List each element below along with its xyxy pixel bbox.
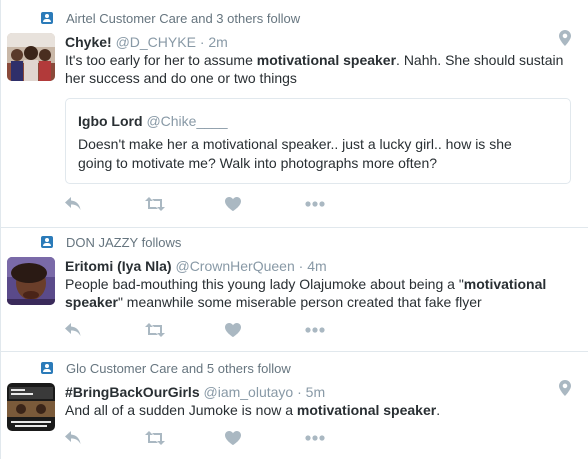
- quoted-tweet-header: Igbo Lord @Chike____: [78, 112, 228, 130]
- reply-button[interactable]: [65, 321, 145, 339]
- retweet-button[interactable]: [145, 321, 225, 339]
- retweet-icon: [145, 197, 165, 211]
- tweet-actions: [65, 321, 385, 339]
- location-pin-icon[interactable]: [559, 30, 571, 46]
- username-link[interactable]: @CrownHerQueen: [175, 258, 294, 274]
- retweet-icon: [145, 431, 165, 445]
- tweet-header: Eritomi (Iya Nla) @CrownHerQueen · 4m: [65, 257, 327, 275]
- retweet-icon: [145, 323, 165, 337]
- tweet-text-part: And all of a sudden Jumoke is now a: [65, 402, 297, 418]
- more-icon: [305, 201, 325, 207]
- more-button[interactable]: [305, 321, 385, 339]
- follow-context-icon: [41, 362, 53, 374]
- tweet[interactable]: Airtel Customer Care and 3 others follow…: [1, 0, 588, 228]
- more-icon: [305, 435, 325, 441]
- avatar[interactable]: [7, 33, 55, 81]
- follow-context-icon: [41, 12, 53, 24]
- username-link[interactable]: @D_CHYKE: [116, 34, 196, 50]
- tweet-text: It's too early for her to assume motivat…: [65, 51, 565, 87]
- timestamp-link[interactable]: 5m: [306, 384, 325, 400]
- separator-dot: ·: [298, 258, 304, 274]
- tweet-text: And all of a sudden Jumoke is now a moti…: [65, 401, 565, 419]
- tweet-header: #BringBackOurGirls @iam_olutayo · 5m: [65, 383, 325, 401]
- reply-icon: [65, 431, 81, 444]
- fullname-link[interactable]: #BringBackOurGirls: [65, 384, 200, 400]
- context-text: DON JAZZY follows: [66, 234, 182, 250]
- tweet[interactable]: DON JAZZY follows Eritomi (Iya Nla) @Cro…: [1, 228, 588, 352]
- more-icon: [305, 327, 325, 333]
- reply-button[interactable]: [65, 429, 145, 447]
- tweet-text-part: People bad-mouthing this young lady Olaj…: [65, 276, 464, 292]
- more-button[interactable]: [305, 429, 385, 447]
- location-pin-icon[interactable]: [559, 380, 571, 396]
- tweet-text-part: .: [436, 402, 441, 418]
- tweet-text: People bad-mouthing this young lady Olaj…: [65, 275, 565, 311]
- tweet[interactable]: Glo Customer Care and 5 others follow #B…: [1, 352, 588, 459]
- reply-icon: [65, 323, 81, 336]
- tweet-text-part: " meanwhile some miserable person create…: [117, 294, 482, 310]
- like-button[interactable]: [225, 429, 305, 447]
- tweet-header: Chyke! @D_CHYKE · 2m: [65, 33, 228, 51]
- tweet-text-part: It's too early for her to assume: [65, 52, 257, 68]
- fullname-link[interactable]: Eritomi (Iya Nla): [65, 258, 172, 274]
- like-icon: [225, 431, 241, 445]
- username-link[interactable]: @iam_olutayo: [204, 384, 294, 400]
- quoted-fullname[interactable]: Igbo Lord: [78, 113, 143, 129]
- tweet-context: DON JAZZY follows: [41, 234, 181, 250]
- tweet-actions: [65, 195, 385, 213]
- tweet-context: Airtel Customer Care and 3 others follow: [41, 10, 300, 26]
- quoted-tweet[interactable]: Igbo Lord @Chike____ Doesn't make her a …: [65, 98, 571, 184]
- fullname-link[interactable]: Chyke!: [65, 34, 112, 50]
- separator-dot: ·: [297, 384, 302, 400]
- context-text: Airtel Customer Care and 3 others follow: [66, 10, 301, 26]
- like-icon: [225, 197, 241, 211]
- more-button[interactable]: [305, 195, 385, 213]
- retweet-button[interactable]: [145, 429, 225, 447]
- reply-button[interactable]: [65, 195, 145, 213]
- separator-dot: ·: [199, 34, 205, 50]
- retweet-button[interactable]: [145, 195, 225, 213]
- avatar[interactable]: [7, 257, 55, 305]
- tweet-feed: Airtel Customer Care and 3 others follow…: [0, 0, 588, 459]
- like-icon: [225, 323, 241, 337]
- like-button[interactable]: [225, 195, 305, 213]
- like-button[interactable]: [225, 321, 305, 339]
- quoted-tweet-text: Doesn't make her a motivational speaker.…: [78, 136, 512, 171]
- timestamp-link[interactable]: 4m: [307, 258, 326, 274]
- tweet-context: Glo Customer Care and 5 others follow: [41, 360, 291, 376]
- tweet-text-highlight: motivational speaker: [296, 402, 437, 418]
- context-text: Glo Customer Care and 5 others follow: [66, 360, 291, 376]
- quoted-username[interactable]: @Chike____: [146, 113, 227, 129]
- tweet-actions: [65, 429, 385, 447]
- tweet-text-highlight: motivational speaker: [256, 52, 397, 68]
- timestamp-link[interactable]: 2m: [208, 34, 227, 50]
- avatar[interactable]: [7, 383, 55, 431]
- follow-context-icon: [41, 236, 53, 248]
- reply-icon: [65, 197, 81, 210]
